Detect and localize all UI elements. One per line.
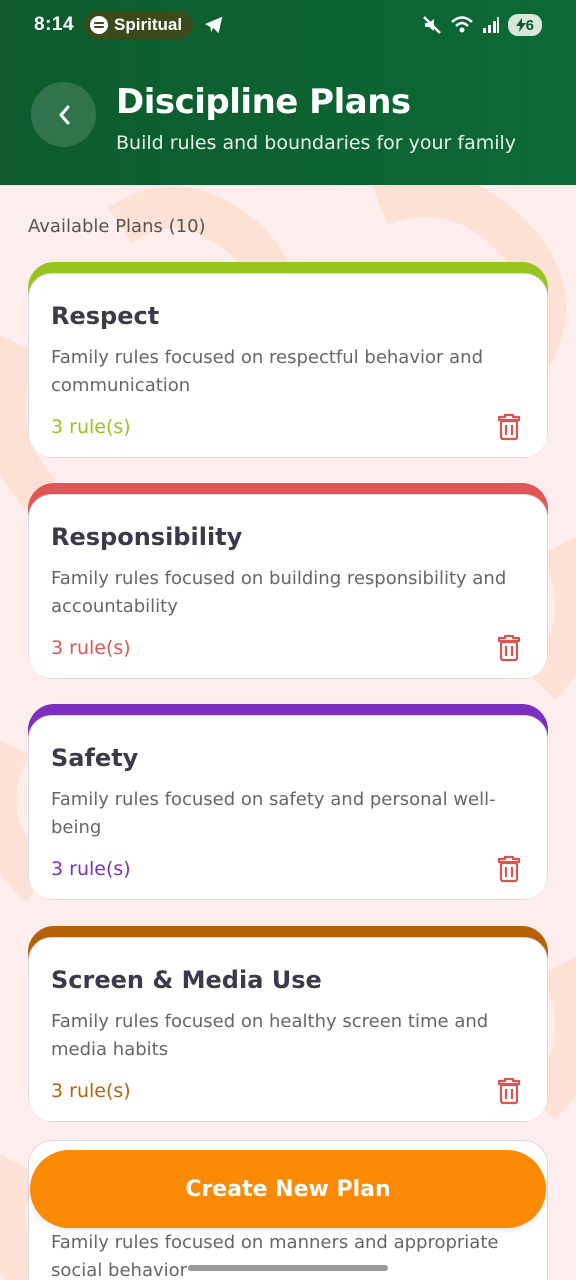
plan-title: Responsibility <box>51 523 243 551</box>
trash-icon[interactable] <box>497 855 521 883</box>
back-button[interactable] <box>31 82 96 147</box>
charging-icon <box>515 18 526 32</box>
media-pill[interactable]: Spiritual <box>84 11 194 39</box>
media-label: Spiritual <box>114 15 183 34</box>
trash-icon[interactable] <box>497 413 521 441</box>
app-header: 8:14 Spiritual 6 Discipline Plans Build … <box>0 0 576 185</box>
battery-indicator: 6 <box>507 14 542 36</box>
plan-card-body: Responsibility Family rules focused on b… <box>28 494 548 679</box>
page-title: Discipline Plans <box>116 82 411 122</box>
create-new-plan-button[interactable]: Create New Plan <box>30 1150 546 1228</box>
status-bar: 8:14 Spiritual 6 <box>0 0 576 50</box>
plan-title: Screen & Media Use <box>51 966 322 994</box>
plan-description: Family rules focused on building respons… <box>51 568 507 617</box>
plan-rule-count: 3 rule(s) <box>51 637 131 659</box>
plan-description: Family rules focused on safety and perso… <box>51 789 496 838</box>
plan-card[interactable]: Safety Family rules focused on safety an… <box>28 704 548 900</box>
mute-icon <box>422 16 441 34</box>
plan-description: Family rules focused on healthy screen t… <box>51 1011 489 1060</box>
wifi-icon <box>450 16 473 33</box>
trash-icon[interactable] <box>497 634 521 662</box>
status-time: 8:14 <box>34 14 75 35</box>
plan-description: Family rules focused on manners and appr… <box>51 1232 499 1280</box>
section-label: Available Plans (10) <box>28 216 206 237</box>
plan-card-body: Safety Family rules focused on safety an… <box>28 715 548 900</box>
chevron-left-icon <box>59 105 69 124</box>
battery-level: 6 <box>525 16 534 34</box>
plan-card[interactable]: Respect Family rules focused on respectf… <box>28 262 548 458</box>
plan-rule-count: 3 rule(s) <box>51 1080 131 1102</box>
plan-rule-count: 3 rule(s) <box>51 858 131 880</box>
telegram-icon <box>204 16 223 34</box>
plan-title: Respect <box>51 302 160 330</box>
trash-icon[interactable] <box>497 1077 521 1105</box>
page-subtitle: Build rules and boundaries for your fami… <box>116 132 517 154</box>
plan-description: Family rules focused on respectful behav… <box>51 347 483 396</box>
signal-icon <box>482 17 499 33</box>
spotify-icon <box>90 16 109 34</box>
home-indicator[interactable] <box>188 1265 388 1271</box>
plan-card-body: Respect Family rules focused on respectf… <box>28 273 548 458</box>
plan-card-body: Screen & Media Use Family rules focused … <box>28 937 548 1122</box>
plan-card[interactable]: Responsibility Family rules focused on b… <box>28 483 548 679</box>
plan-rule-count: 3 rule(s) <box>51 416 131 438</box>
plan-card[interactable]: Screen & Media Use Family rules focused … <box>28 926 548 1122</box>
plan-title: Safety <box>51 744 139 772</box>
